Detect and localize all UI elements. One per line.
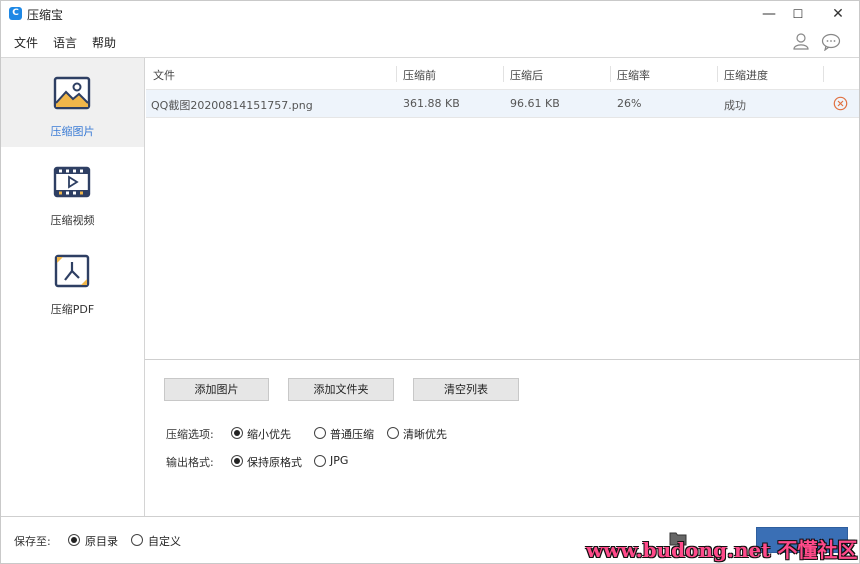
radio-keep-format[interactable]	[231, 455, 243, 467]
clear-list-button[interactable]: 清空列表	[413, 378, 519, 401]
add-folder-button[interactable]: 添加文件夹	[288, 378, 394, 401]
image-icon	[53, 76, 91, 110]
minimize-button[interactable]: —	[754, 5, 784, 23]
window-title: 压缩宝	[27, 8, 64, 22]
radio-label: 清晰优先	[403, 428, 447, 441]
column-divider	[503, 66, 504, 82]
radio-normal-compress[interactable]	[314, 427, 326, 439]
user-icon[interactable]	[792, 32, 810, 50]
sidebar-item-label: 压缩图片	[50, 125, 95, 138]
menu-language[interactable]: 语言	[53, 34, 77, 51]
cell-rate: 26%	[617, 97, 642, 110]
menu-file[interactable]: 文件	[14, 34, 38, 51]
radio-jpg[interactable]	[314, 455, 326, 467]
column-divider	[396, 66, 397, 82]
chat-icon[interactable]	[821, 33, 841, 51]
pdf-icon	[54, 254, 90, 288]
radio-label: 普通压缩	[330, 428, 374, 441]
column-divider	[717, 66, 718, 82]
remove-icon[interactable]	[833, 96, 848, 111]
sidebar-item-compress-pdf[interactable]: 压缩PDF	[1, 236, 144, 325]
cell-size-after: 96.61 KB	[510, 97, 560, 110]
column-header-before: 压缩前	[403, 69, 436, 82]
title-bar: C 压缩宝 — ☐ ✕	[1, 1, 859, 27]
radio-shrink-priority[interactable]	[231, 427, 243, 439]
close-button[interactable]: ✕	[823, 5, 853, 23]
radio-original-dir[interactable]	[68, 534, 80, 546]
video-icon	[53, 166, 91, 198]
radio-label: 自定义	[148, 535, 181, 548]
radio-label: JPG	[330, 454, 349, 467]
column-header-after: 压缩后	[510, 69, 543, 82]
sidebar-item-compress-image[interactable]: 压缩图片	[1, 58, 144, 147]
cell-file-name: QQ截图20200814151757.png	[151, 99, 313, 112]
output-format-label: 输出格式:	[166, 456, 214, 469]
sidebar: 压缩图片 压缩视频 压缩PDF	[1, 58, 145, 516]
maximize-button[interactable]: ☐	[783, 5, 813, 23]
column-divider	[823, 66, 824, 82]
radio-label: 原目录	[85, 535, 118, 548]
table-header: 文件 压缩前 压缩后 压缩率 压缩进度	[146, 58, 859, 90]
menu-help[interactable]: 帮助	[92, 34, 116, 51]
column-header-progress: 压缩进度	[724, 69, 768, 82]
radio-clarity-priority[interactable]	[387, 427, 399, 439]
compress-options-label: 压缩选项:	[166, 428, 214, 441]
add-image-button[interactable]: 添加图片	[164, 378, 269, 401]
column-header-file: 文件	[153, 69, 175, 82]
file-table: 文件 压缩前 压缩后 压缩率 压缩进度 QQ截图20200814151757.p…	[146, 58, 859, 359]
column-header-rate: 压缩率	[617, 69, 650, 82]
menu-bar: 文件 语言 帮助	[1, 31, 859, 53]
sidebar-item-compress-video[interactable]: 压缩视频	[1, 147, 144, 236]
table-row[interactable]: QQ截图20200814151757.png 361.88 KB 96.61 K…	[146, 90, 859, 118]
radio-custom-dir[interactable]	[131, 534, 143, 546]
save-to-label: 保存至:	[14, 535, 51, 548]
watermark: www.budong.net 不懂社区	[586, 538, 858, 562]
app-logo-icon: C	[9, 7, 22, 20]
radio-label: 缩小优先	[247, 428, 291, 441]
sidebar-item-label: 压缩视频	[50, 214, 95, 227]
sidebar-item-label: 压缩PDF	[50, 303, 95, 316]
app-window: C 压缩宝 — ☐ ✕ 文件 语言 帮助 压缩图片 压缩视频 压缩PDF 文件 …	[0, 0, 860, 564]
options-panel: 添加图片 添加文件夹 清空列表 压缩选项: 缩小优先 普通压缩 清晰优先 输出格…	[146, 360, 859, 516]
radio-label: 保持原格式	[247, 456, 302, 469]
column-divider	[610, 66, 611, 82]
cell-size-before: 361.88 KB	[403, 97, 460, 110]
footer: 保存至: 原目录 自定义 www.budong.net 不懂社区	[1, 517, 859, 563]
cell-progress: 成功	[724, 99, 746, 112]
